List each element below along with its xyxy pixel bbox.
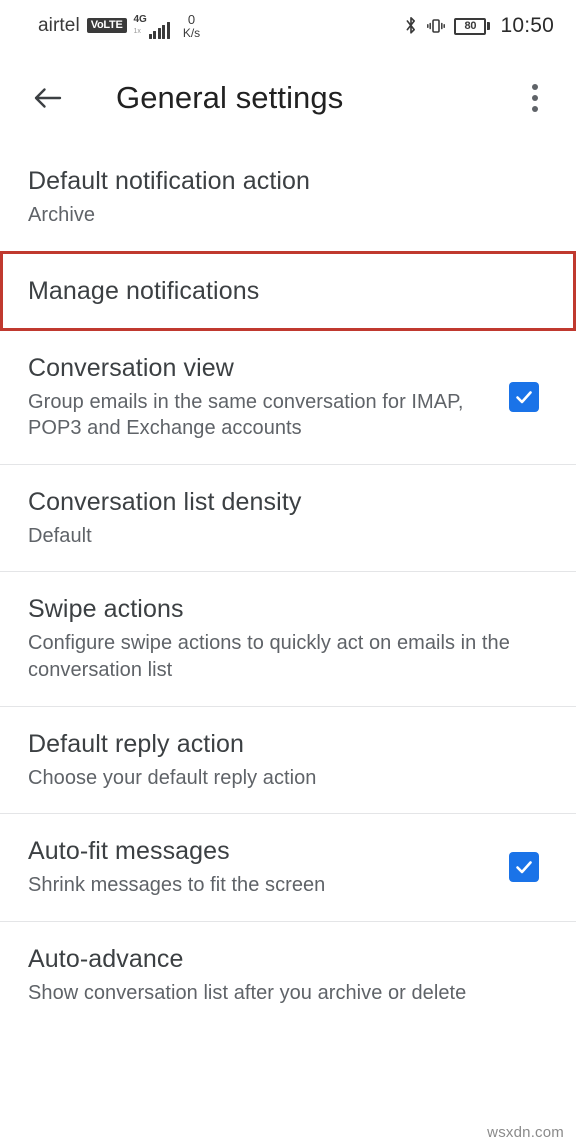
setting-subtitle: Archive bbox=[28, 204, 96, 226]
setting-row-texts: Conversation view Group emails in the sam… bbox=[28, 353, 488, 442]
setting-subtitle: Shrink messages to fit the screen bbox=[28, 874, 326, 897]
setting-row[interactable]: Conversation view Group emails in the sam… bbox=[0, 330, 576, 464]
setting-title: Default reply action bbox=[28, 729, 245, 758]
setting-title: Swipe actions bbox=[28, 595, 184, 624]
bluetooth-icon bbox=[404, 16, 418, 36]
status-bar-left: airtel VoLTE 4G 1x 0 K/s bbox=[38, 13, 200, 39]
setting-row-block: Conversation view Group emails in the sam… bbox=[0, 330, 576, 465]
setting-row-block: Swipe actions Configure swipe actions to … bbox=[0, 572, 576, 707]
network-type-label: 4G bbox=[133, 13, 147, 25]
phone-screen: airtel VoLTE 4G 1x 0 K/s 80 10:50 Genera… bbox=[0, 0, 576, 1147]
network-signal-icon: 4G 1x bbox=[134, 13, 170, 39]
status-bar: airtel VoLTE 4G 1x 0 K/s 80 10:50 bbox=[0, 0, 576, 52]
setting-checkbox[interactable] bbox=[498, 382, 550, 413]
data-speed-unit: K/s bbox=[182, 25, 201, 40]
setting-row-block: Default reply action Choose your default … bbox=[0, 706, 576, 815]
setting-row[interactable]: Auto-advance Show conversation list after… bbox=[0, 921, 576, 1029]
carrier-label: airtel bbox=[38, 14, 80, 36]
setting-row-block: Auto-fit messages Shrink messages to fit … bbox=[0, 814, 576, 922]
battery-level-label: 80 bbox=[464, 19, 477, 32]
data-speed-indicator: 0 K/s bbox=[183, 13, 200, 39]
setting-row-texts: Auto-fit messages Shrink messages to fit … bbox=[28, 836, 488, 899]
setting-checkbox[interactable] bbox=[498, 852, 550, 883]
back-button[interactable] bbox=[30, 76, 74, 120]
signal-bars-icon bbox=[148, 21, 170, 39]
back-arrow-icon bbox=[30, 81, 64, 115]
setting-row[interactable]: Default notification action Archive bbox=[0, 144, 576, 251]
setting-subtitle: Default bbox=[28, 524, 92, 547]
status-bar-right: 80 10:50 bbox=[404, 14, 554, 38]
setting-title: Conversation list density bbox=[28, 487, 302, 516]
overflow-dot bbox=[532, 106, 538, 112]
overflow-dot bbox=[532, 95, 538, 101]
setting-row[interactable]: Auto-fit messages Shrink messages to fit … bbox=[0, 814, 576, 921]
setting-title: Default notification action bbox=[28, 167, 311, 195]
overflow-menu-button[interactable] bbox=[516, 74, 554, 122]
setting-subtitle: Group emails in the same conversation fo… bbox=[28, 390, 464, 440]
setting-row-texts: Swipe actions Configure swipe actions to … bbox=[28, 594, 550, 683]
network-sub-label: 1x bbox=[133, 27, 141, 35]
vibrate-icon bbox=[426, 16, 446, 36]
clock-label: 10:50 bbox=[500, 14, 554, 37]
overflow-dot bbox=[532, 84, 538, 90]
setting-row-block: Conversation list density Default bbox=[0, 464, 576, 573]
setting-row-block: Auto-advance Show conversation list after… bbox=[0, 921, 576, 1029]
setting-row-block: Default notification action Archive bbox=[0, 144, 576, 251]
page-title: General settings bbox=[116, 80, 344, 115]
volte-badge: VoLTE bbox=[86, 18, 127, 34]
setting-title: Conversation view bbox=[28, 353, 234, 382]
data-speed-value: 0 bbox=[187, 11, 196, 27]
setting-subtitle: Choose your default reply action bbox=[28, 766, 317, 789]
setting-title: Manage notifications bbox=[28, 276, 260, 305]
setting-subtitle: Show conversation list after you archive… bbox=[28, 981, 467, 1004]
setting-row[interactable]: Manage notifications bbox=[0, 250, 576, 331]
settings-list: Default notification action Archive Manage… bbox=[0, 144, 576, 1029]
checkbox-checked-icon bbox=[509, 852, 539, 883]
setting-row-texts: Default notification action Archive bbox=[28, 166, 550, 229]
setting-title: Auto-advance bbox=[28, 944, 184, 973]
setting-row[interactable]: Swipe actions Configure swipe actions to … bbox=[0, 572, 576, 706]
battery-tip bbox=[487, 22, 491, 30]
setting-row-texts: Default reply action Choose your default … bbox=[28, 729, 550, 792]
setting-row-texts: Manage notifications bbox=[28, 276, 547, 306]
battery-icon: 80 bbox=[454, 17, 491, 35]
setting-title: Auto-fit messages bbox=[28, 837, 230, 866]
battery-body: 80 bbox=[454, 17, 487, 35]
setting-row[interactable]: Default reply action Choose your default … bbox=[0, 706, 576, 814]
setting-subtitle: Configure swipe actions to quickly act o… bbox=[28, 632, 510, 681]
setting-row-texts: Auto-advance Show conversation list after… bbox=[28, 944, 550, 1007]
setting-row[interactable]: Conversation list density Default bbox=[0, 464, 576, 572]
watermark: wsxdn.com bbox=[487, 1124, 564, 1141]
app-bar: General settings bbox=[0, 52, 576, 144]
setting-row-texts: Conversation list density Default bbox=[28, 487, 550, 550]
checkbox-checked-icon bbox=[509, 382, 539, 413]
setting-row-block: Manage notifications bbox=[0, 250, 576, 331]
